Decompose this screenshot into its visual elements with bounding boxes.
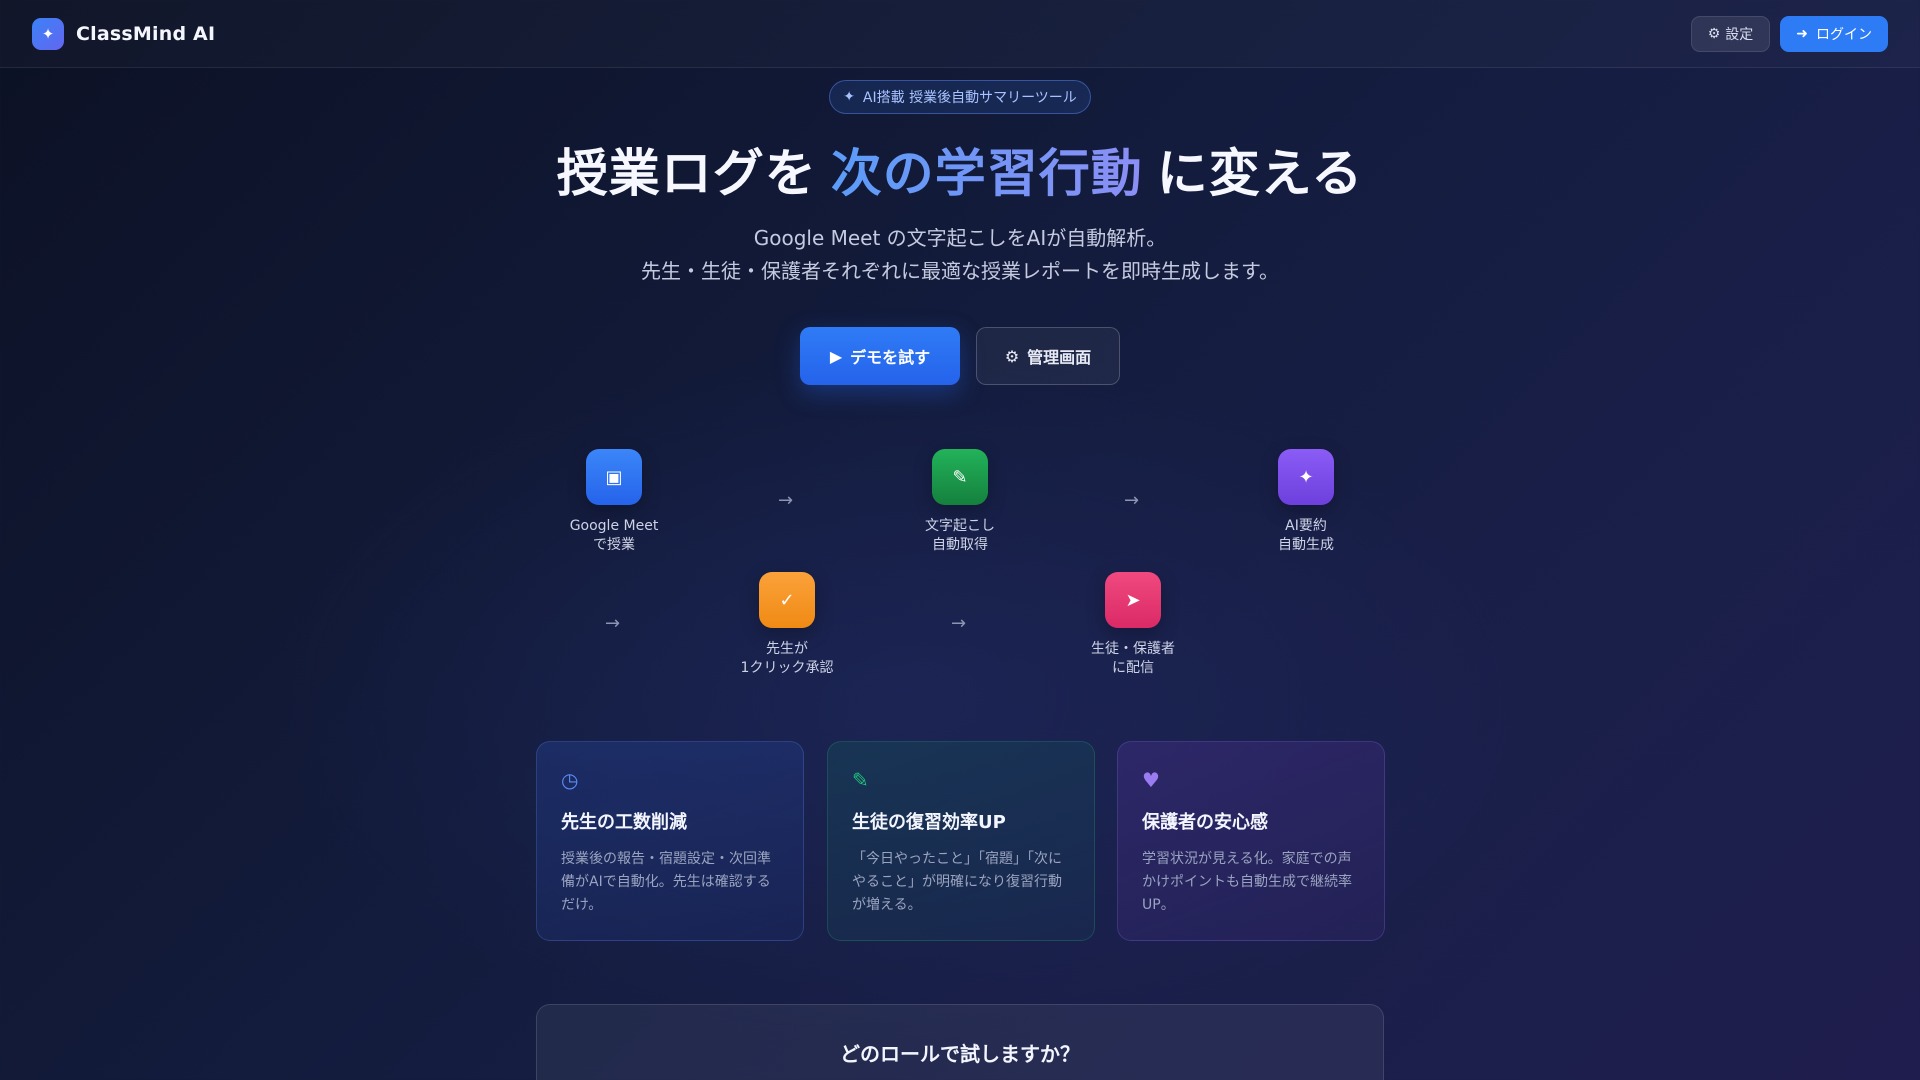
admin-panel-button[interactable]: ⚙ 管理画面 bbox=[976, 327, 1120, 385]
flow-step-line2: で授業 bbox=[593, 537, 635, 553]
login-button[interactable]: ➜ ログイン bbox=[1780, 15, 1888, 52]
feature-badge: ✦ AI搭載 授業後自動サマリーツール bbox=[829, 80, 1091, 114]
try-demo-button[interactable]: ▶ デモを試す bbox=[800, 327, 960, 385]
top-header: ✦ ClassMind AI ⚙ 設定 ➜ ログイン bbox=[0, 0, 1920, 68]
sparkle-icon: ✦ bbox=[843, 89, 855, 105]
hero-title-accent: 次の学習行動 bbox=[830, 145, 1143, 204]
transcript-icon: ✎ bbox=[932, 449, 988, 505]
login-label: ログイン bbox=[1816, 26, 1872, 43]
feature-card-teacher: ◷ 先生の工数削減 授業後の報告・宿題設定・次回準備がAIで自動化。先生は確認す… bbox=[536, 741, 804, 941]
login-icon: ➜ bbox=[1796, 25, 1808, 42]
flow-step-transcript: ✎ 文字起こし 自動取得 bbox=[890, 449, 1030, 555]
cta-row: ▶ デモを試す ⚙ 管理画面 bbox=[0, 327, 1920, 385]
hero-title: 授業ログを 次の学習行動 に変える bbox=[0, 132, 1920, 206]
hero-title-before: 授業ログを bbox=[556, 145, 817, 204]
flow-step-label: 文字起こし 自動取得 bbox=[890, 517, 1030, 555]
play-icon: ▶ bbox=[829, 346, 843, 366]
flow-arrow-icon: → bbox=[1124, 490, 1140, 511]
flow-step-line1: Google Meet bbox=[569, 518, 659, 534]
flow-step-line2: 1クリック承認 bbox=[740, 660, 834, 676]
flow-step-ai-summary: ✦ AI要約 自動生成 bbox=[1236, 449, 1376, 555]
hero-subtitle: Google Meet の文字起こしをAIが自動解析。 先生・生徒・保護者それぞ… bbox=[0, 222, 1920, 288]
brand-logo-icon: ✦ bbox=[32, 17, 64, 50]
heart-icon: ♥ bbox=[1142, 768, 1160, 792]
hero-subtitle-line2: 先生・生徒・保護者それぞれに最適な授業レポートを即時生成します。 bbox=[641, 259, 1279, 283]
flow-step-meet: ▣ Google Meet で授業 bbox=[544, 449, 684, 555]
flow-step-line1: 文字起こし bbox=[925, 518, 995, 534]
flow-step-line2: 自動生成 bbox=[1278, 537, 1334, 553]
feature-card-desc: 「今日やったこと」「宿題」「次にやること」が明確になり復習行動が増える。 bbox=[852, 851, 1062, 913]
flow-step-approve: ✓ 先生が 1クリック承認 bbox=[717, 572, 857, 678]
badge-text: AI搭載 授業後自動サマリーツール bbox=[862, 90, 1077, 106]
video-icon: ▣ bbox=[586, 449, 642, 505]
gear-icon: ⚙ bbox=[1004, 346, 1020, 366]
admin-panel-label: 管理画面 bbox=[1027, 348, 1092, 367]
feature-card-desc: 授業後の報告・宿題設定・次回準備がAIで自動化。先生は確認するだけ。 bbox=[561, 851, 771, 913]
flow-step-deliver: ➤ 生徒・保護者 に配信 bbox=[1063, 572, 1203, 678]
feature-card-title: 先生の工数削減 bbox=[561, 812, 687, 833]
role-selection-title: どのロールで試しますか？ bbox=[840, 1042, 1080, 1066]
gear-icon: ⚙ bbox=[1707, 25, 1721, 42]
feature-card-parent: ♥ 保護者の安心感 学習状況が見える化。家庭での声かけポイントも自動生成で継続率… bbox=[1117, 741, 1385, 941]
feature-card-title: 保護者の安心感 bbox=[1142, 812, 1268, 833]
hero-title-after: に変える bbox=[1156, 145, 1364, 204]
flow-step-label: AI要約 自動生成 bbox=[1236, 517, 1376, 555]
send-icon: ➤ bbox=[1105, 572, 1161, 628]
ai-sparkle-icon: ✦ bbox=[1278, 449, 1334, 505]
clock-icon: ◷ bbox=[561, 768, 579, 792]
flow-step-label: 先生が 1クリック承認 bbox=[717, 640, 857, 678]
flow-arrow-icon: → bbox=[951, 613, 967, 634]
settings-button[interactable]: ⚙ 設定 bbox=[1690, 15, 1771, 52]
brand-name: ClassMind AI bbox=[76, 22, 216, 45]
flow-step-line2: 自動取得 bbox=[932, 537, 988, 553]
settings-label: 設定 bbox=[1725, 26, 1754, 43]
check-icon: ✓ bbox=[759, 572, 815, 628]
flow-arrow-icon: → bbox=[778, 490, 794, 511]
flow-arrow-icon: → bbox=[605, 613, 621, 634]
flow-step-label: Google Meet で授業 bbox=[544, 517, 684, 555]
feature-card-student: ✎ 生徒の復習効率UP 「今日やったこと」「宿題」「次にやること」が明確になり復… bbox=[827, 741, 1095, 941]
flow-step-line1: 生徒・保護者 bbox=[1091, 641, 1175, 657]
feature-card-desc: 学習状況が見える化。家庭での声かけポイントも自動生成で継続率UP。 bbox=[1142, 851, 1352, 913]
header-actions: ⚙ 設定 ➜ ログイン bbox=[1690, 15, 1888, 52]
feature-card-title: 生徒の復習効率UP bbox=[852, 812, 1006, 833]
flow-step-label: 生徒・保護者 に配信 bbox=[1063, 640, 1203, 678]
flow-step-line1: 先生が bbox=[766, 641, 808, 657]
notebook-icon: ✎ bbox=[852, 768, 869, 792]
flow-step-line2: に配信 bbox=[1112, 660, 1154, 676]
hero-subtitle-line1: Google Meet の文字起こしをAIが自動解析。 bbox=[753, 226, 1167, 250]
flow-step-line1: AI要約 bbox=[1285, 518, 1327, 534]
brand[interactable]: ✦ ClassMind AI bbox=[32, 17, 216, 50]
try-demo-label: デモを試す bbox=[850, 348, 931, 367]
